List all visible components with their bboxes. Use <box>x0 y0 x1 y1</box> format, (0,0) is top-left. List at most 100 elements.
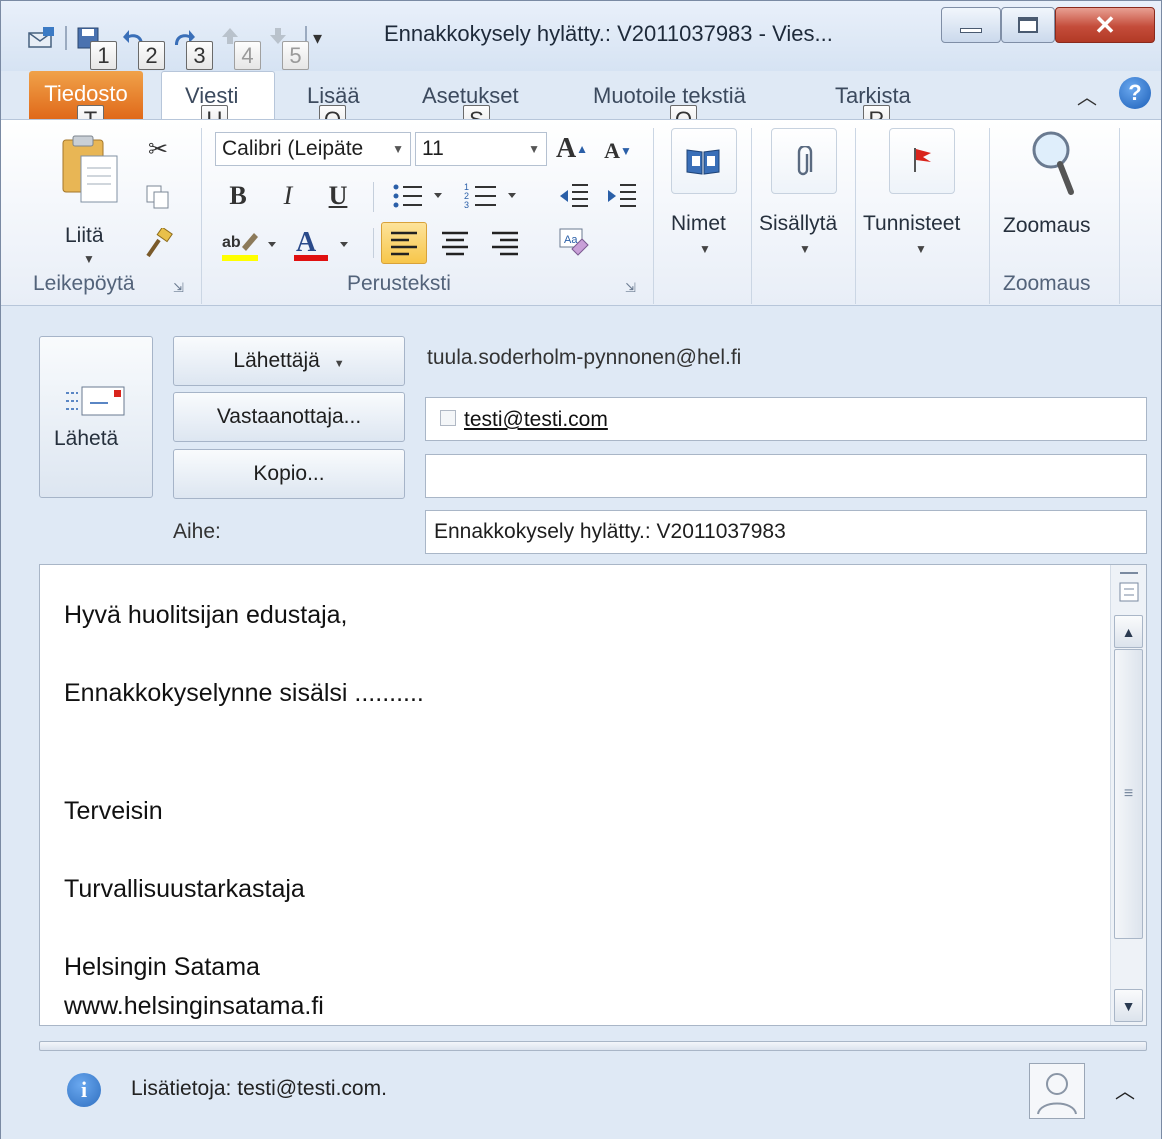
align-right-button[interactable] <box>485 222 525 264</box>
scroll-thumb[interactable]: ≡ <box>1114 649 1143 939</box>
clipboard-dialog-launcher-icon[interactable]: ⇲ <box>173 280 184 296</box>
group-separator <box>201 128 202 304</box>
grow-font-icon[interactable]: A ▲ <box>555 132 589 166</box>
font-color-button[interactable]: A <box>293 224 355 264</box>
font-name-dropdown-icon: ▼ <box>392 142 404 156</box>
body-line-regards: Terveisin <box>64 797 163 825</box>
scroll-up-icon: ▲ <box>1121 623 1136 640</box>
scroll-down-button[interactable]: ▼ <box>1114 989 1143 1022</box>
group-separator <box>855 128 856 304</box>
body-line-website: www.helsinginsatama.fi <box>64 992 324 1020</box>
decrease-indent-icon[interactable] <box>555 178 593 214</box>
tags-button[interactable]: Tunnisteet ▼ <box>861 128 985 268</box>
font-size-value: 11 <box>422 137 444 160</box>
outlook-app-icon[interactable] <box>27 25 57 51</box>
group-separator <box>653 128 654 304</box>
numbering-button[interactable]: 123 <box>461 178 523 214</box>
bold-button[interactable]: B <box>223 178 253 214</box>
italic-button[interactable]: I <box>273 178 303 214</box>
cc-button[interactable]: Kopio... <box>173 449 405 499</box>
group-separator <box>1119 128 1120 304</box>
body-line-title: Turvallisuustarkastaja <box>64 875 305 903</box>
recipient-checkbox[interactable] <box>440 410 456 426</box>
paste-label: Liitä <box>65 224 104 247</box>
address-book-icon <box>685 146 721 181</box>
scroll-grip-icon: ≡ <box>1123 785 1134 802</box>
minimize-icon <box>960 27 982 33</box>
body-line-organization: Helsingin Satama <box>64 953 260 981</box>
close-button[interactable]: ✕ <box>1055 7 1155 43</box>
scroll-up-button[interactable]: ▲ <box>1114 615 1143 648</box>
to-recipient[interactable]: testi@testi.com <box>464 408 608 432</box>
from-address: tuula.soderholm-pynnonen@hel.fi <box>427 346 742 369</box>
keytip-3: 3 <box>186 41 213 70</box>
ruler-toggle-icon[interactable] <box>1116 569 1142 607</box>
group-separator <box>751 128 752 304</box>
ribbon-tabs: Tiedosto Viesti Lisää Asetukset Muotoile… <box>1 71 1161 123</box>
people-pane: i Lisätietoja: testi@testi.com. ︿ <box>1 1031 1161 1139</box>
from-label: Lähettäjä <box>233 349 320 372</box>
expand-people-pane-icon[interactable]: ︿ <box>1115 1075 1135 1104</box>
bullets-button[interactable] <box>389 178 449 214</box>
from-dropdown-icon: ▼ <box>333 358 345 370</box>
shrink-font-icon[interactable]: A ▼ <box>601 134 635 168</box>
customize-qat-icon[interactable]: ▾ <box>313 25 331 51</box>
font-name-value: Calibri (Leipäte <box>222 137 364 160</box>
cc-field[interactable] <box>425 454 1147 498</box>
to-button[interactable]: Vastaanottaja... <box>173 392 405 442</box>
qat-separator <box>65 26 67 50</box>
svg-text:ab: ab <box>222 234 241 251</box>
svg-text:A: A <box>296 227 317 258</box>
maximize-icon <box>1018 17 1038 33</box>
highlight-color-button[interactable]: ab <box>219 224 283 264</box>
keytip-2: 2 <box>138 41 165 70</box>
info-text: Lisätietoja: testi@testi.com. <box>131 1077 387 1100</box>
cut-icon[interactable]: ✂ <box>143 134 173 164</box>
send-button[interactable]: Lähetä <box>39 336 153 498</box>
font-size-box[interactable]: 11 ▼ <box>415 132 547 166</box>
paste-button[interactable]: Liitä ▼ <box>51 134 127 274</box>
font-name-box[interactable]: Calibri (Leipäte ▼ <box>215 132 411 166</box>
copy-icon[interactable] <box>141 182 175 212</box>
maximize-button[interactable] <box>1001 7 1055 43</box>
include-dropdown-icon: ▼ <box>799 242 811 256</box>
magnifier-icon <box>1027 128 1075 203</box>
keytip-4: 4 <box>234 41 261 70</box>
scroll-down-icon: ▼ <box>1121 997 1136 1014</box>
message-body[interactable]: Hyvä huolitsijan edustaja, Ennakkokysely… <box>39 564 1147 1026</box>
format-painter-icon[interactable] <box>141 226 177 262</box>
toolbar-separator <box>373 182 374 212</box>
subject-label: Aihe: <box>173 520 221 543</box>
help-icon[interactable]: ? <box>1119 77 1151 109</box>
flag-icon <box>911 146 935 179</box>
title-bar: ▾ 1 2 3 4 5 Ennakkokysely hylätty.: V201… <box>1 1 1161 71</box>
window-title: Ennakkokysely hylätty.: V2011037983 - Vi… <box>384 21 833 46</box>
vertical-scrollbar[interactable]: ▲ ≡ ▼ <box>1110 565 1146 1025</box>
ribbon: Liitä ▼ ✂ Leikepöytä ⇲ Calibri (Leipäte … <box>1 119 1161 306</box>
contact-photo[interactable] <box>1029 1063 1085 1119</box>
close-icon: ✕ <box>1094 10 1116 40</box>
underline-button[interactable]: U <box>323 178 353 214</box>
zoom-group-label: Zoomaus <box>1003 272 1091 295</box>
include-button[interactable]: Sisällytä ▼ <box>757 128 853 268</box>
clear-formatting-icon[interactable]: Aa <box>553 222 595 264</box>
message-header: Lähetä Lähettäjä ▼ tuula.soderholm-pynno… <box>1 306 1161 561</box>
tags-dropdown-icon: ▼ <box>915 242 927 256</box>
people-pane-divider[interactable] <box>39 1041 1147 1051</box>
from-button[interactable]: Lähettäjä ▼ <box>173 336 405 386</box>
paste-icon <box>59 134 121 211</box>
zoom-button[interactable]: Zoomaus <box>997 128 1113 268</box>
subject-field[interactable]: Ennakkokysely hylätty.: V2011037983 <box>425 510 1147 554</box>
increase-indent-icon[interactable] <box>603 178 641 214</box>
align-left-button[interactable] <box>381 222 427 264</box>
zoom-label: Zoomaus <box>1003 214 1091 237</box>
minimize-button[interactable] <box>941 7 1001 43</box>
align-center-button[interactable] <box>435 222 475 264</box>
names-button[interactable]: Nimet ▼ <box>665 128 745 268</box>
to-field[interactable]: testi@testi.com <box>425 397 1147 441</box>
minimize-ribbon-icon[interactable]: ︿ <box>1077 81 1097 110</box>
body-line-content: Ennakkokyselynne sisälsi .......... <box>64 679 424 707</box>
info-icon: i <box>67 1073 101 1107</box>
basic-text-dialog-launcher-icon[interactable]: ⇲ <box>625 280 636 296</box>
group-separator <box>989 128 990 304</box>
